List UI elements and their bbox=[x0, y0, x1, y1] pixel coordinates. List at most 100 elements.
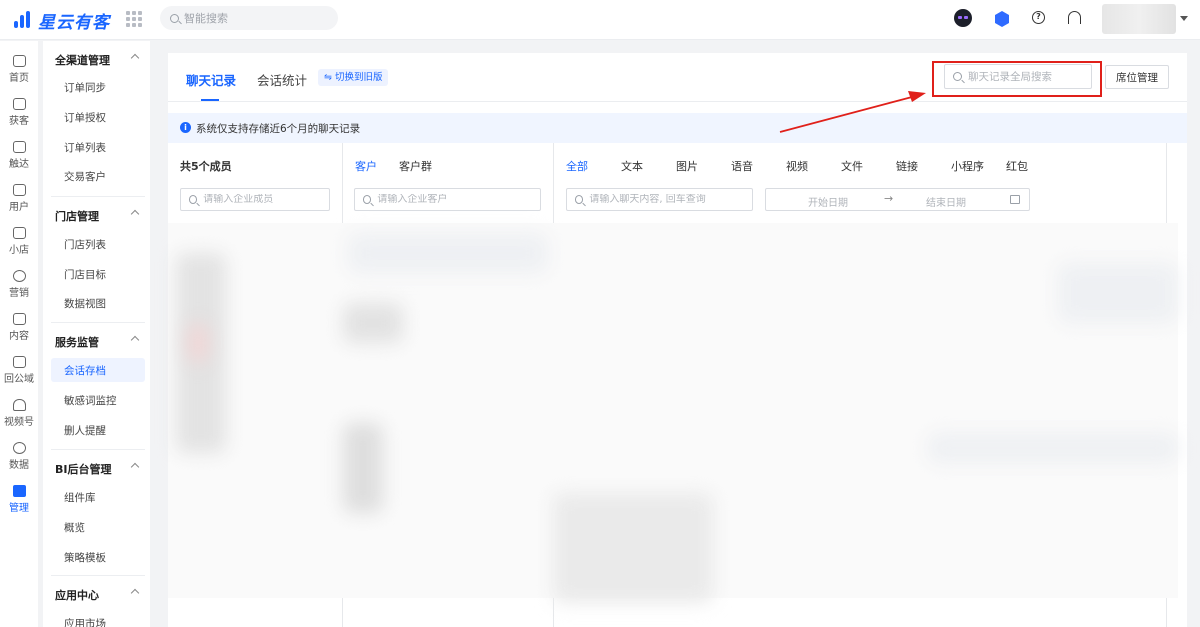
rail-item-data[interactable]: 数据 bbox=[0, 439, 38, 479]
main-panel: 聊天记录 会话统计 ⇋ 切换到旧版 席位管理 i 系统仅支持存储近6个月的聊天记… bbox=[168, 53, 1187, 627]
send-icon bbox=[12, 141, 26, 153]
customer-search-input[interactable] bbox=[377, 194, 540, 205]
rail-item-marketing[interactable]: 营销 bbox=[0, 267, 38, 307]
members-count-title: 共5个成员 bbox=[180, 160, 232, 173]
content-search[interactable] bbox=[566, 188, 753, 211]
chevron-down-icon[interactable] bbox=[1180, 16, 1188, 21]
menu-item-store-list[interactable]: 门店列表 bbox=[51, 232, 145, 256]
menu-divider bbox=[51, 449, 145, 450]
user-icon bbox=[12, 184, 26, 196]
filter-mini-program[interactable]: 小程序 bbox=[951, 158, 984, 174]
menu-item-component-lib[interactable]: 组件库 bbox=[51, 485, 145, 509]
menu-group-service[interactable]: 服务监管 bbox=[43, 325, 150, 355]
menu-item-trade-customer[interactable]: 交易客户 bbox=[51, 164, 145, 188]
switch-old-version-button[interactable]: ⇋ 切换到旧版 bbox=[318, 69, 389, 86]
filter-link[interactable]: 链接 bbox=[896, 158, 918, 174]
manage-icon bbox=[12, 485, 26, 497]
chevron-up-icon bbox=[130, 588, 140, 598]
search-icon bbox=[953, 72, 962, 81]
search-icon bbox=[170, 13, 179, 23]
filter-image[interactable]: 图片 bbox=[676, 158, 698, 174]
sub-menu: 全渠道管理 订单同步 订单授权 订单列表 交易客户 门店管理 门店列表 门店目标… bbox=[43, 41, 150, 627]
storage-notice: i 系统仅支持存储近6个月的聊天记录 bbox=[168, 113, 1187, 143]
search-icon bbox=[575, 195, 584, 204]
search-icon bbox=[363, 195, 372, 204]
menu-item-data-view[interactable]: 数据视图 bbox=[51, 291, 145, 315]
robot-assistant-icon[interactable] bbox=[954, 9, 972, 27]
menu-item-store-target[interactable]: 门店目标 bbox=[51, 262, 145, 286]
folder-icon bbox=[12, 313, 26, 325]
filter-text[interactable]: 文本 bbox=[621, 158, 643, 174]
chevron-up-icon bbox=[130, 209, 140, 219]
icon-rail: 首页 获客 触达 用户 小店 营销 内容 回公域 视频号 数据 管理 bbox=[0, 41, 38, 627]
date-end[interactable]: 结束日期 bbox=[926, 194, 966, 209]
help-icon[interactable]: ? bbox=[1032, 11, 1045, 24]
rail-item-acquire[interactable]: 获客 bbox=[0, 95, 38, 135]
tab-bar: 聊天记录 会话统计 ⇋ 切换到旧版 席位管理 bbox=[168, 53, 1187, 102]
rail-item-reach[interactable]: 触达 bbox=[0, 138, 38, 178]
filter-voice[interactable]: 语音 bbox=[731, 158, 753, 174]
global-chat-search-input[interactable] bbox=[968, 70, 1088, 83]
cube-icon[interactable] bbox=[995, 11, 1009, 27]
tab-session-stats[interactable]: 会话统计 bbox=[257, 70, 307, 89]
logo-mark-icon bbox=[12, 10, 34, 30]
menu-group-channel[interactable]: 全渠道管理 bbox=[43, 43, 150, 73]
chat-content-redacted bbox=[168, 223, 1178, 603]
notice-text: 系统仅支持存储近6个月的聊天记录 bbox=[196, 123, 361, 135]
home-icon bbox=[12, 55, 26, 67]
search-icon bbox=[189, 195, 198, 204]
rail-item-public[interactable]: 回公域 bbox=[0, 353, 38, 393]
filter-file[interactable]: 文件 bbox=[841, 158, 863, 174]
menu-item-order-auth[interactable]: 订单授权 bbox=[51, 105, 145, 129]
rail-item-home[interactable]: 首页 bbox=[0, 52, 38, 92]
account-avatar[interactable] bbox=[1102, 4, 1176, 34]
chevron-up-icon bbox=[130, 462, 140, 472]
menu-item-delete-alert[interactable]: 删人提醒 bbox=[51, 418, 145, 442]
video-icon bbox=[12, 399, 26, 411]
member-search[interactable] bbox=[180, 188, 330, 211]
menu-item-overview[interactable]: 概览 bbox=[51, 515, 145, 539]
menu-group-app-center[interactable]: 应用中心 bbox=[43, 578, 150, 608]
headset-icon[interactable] bbox=[1068, 11, 1081, 24]
rail-item-video[interactable]: 视频号 bbox=[0, 396, 38, 436]
rail-item-manage[interactable]: 管理 bbox=[0, 482, 38, 522]
smart-search[interactable]: 智能搜索 bbox=[160, 6, 338, 30]
chevron-up-icon bbox=[130, 335, 140, 345]
tab-customer-group[interactable]: 客户群 bbox=[399, 158, 432, 174]
store-icon bbox=[12, 227, 26, 239]
active-tab-indicator bbox=[201, 99, 219, 101]
tab-customer[interactable]: 客户 bbox=[355, 158, 377, 174]
menu-item-sensitive-words[interactable]: 敏感词监控 bbox=[51, 388, 145, 412]
info-icon: i bbox=[180, 122, 191, 133]
logo[interactable]: 星云有客 bbox=[12, 8, 110, 33]
date-range-picker[interactable]: 开始日期 → 结束日期 bbox=[765, 188, 1030, 211]
menu-item-session-archive[interactable]: 会话存档 bbox=[51, 358, 145, 382]
date-arrow: → bbox=[884, 192, 894, 205]
menu-item-app-market[interactable]: 应用市场 bbox=[51, 611, 145, 627]
member-search-input[interactable] bbox=[203, 194, 329, 205]
menu-group-bi[interactable]: BI后台管理 bbox=[43, 452, 150, 482]
rail-item-content[interactable]: 内容 bbox=[0, 310, 38, 350]
filter-video[interactable]: 视频 bbox=[786, 158, 808, 174]
chevron-up-icon bbox=[130, 53, 140, 63]
rail-item-store[interactable]: 小店 bbox=[0, 224, 38, 264]
top-bar: 星云有客 智能搜索 ? bbox=[0, 0, 1200, 40]
calendar-icon bbox=[1010, 195, 1020, 204]
pie-icon bbox=[12, 442, 26, 454]
customer-search[interactable] bbox=[354, 188, 541, 211]
content-search-input[interactable] bbox=[589, 194, 752, 205]
menu-item-order-list[interactable]: 订单列表 bbox=[51, 135, 145, 159]
date-start[interactable]: 开始日期 bbox=[808, 194, 848, 209]
rail-item-user[interactable]: 用户 bbox=[0, 181, 38, 221]
filter-all[interactable]: 全部 bbox=[566, 158, 588, 174]
global-chat-search[interactable] bbox=[944, 64, 1092, 89]
seat-management-button[interactable]: 席位管理 bbox=[1105, 65, 1169, 89]
menu-group-store[interactable]: 门店管理 bbox=[43, 199, 150, 229]
menu-item-strategy-template[interactable]: 策略模板 bbox=[51, 545, 145, 569]
app-grid-icon[interactable] bbox=[126, 11, 142, 27]
acquire-icon bbox=[12, 98, 26, 110]
logo-text: 星云有客 bbox=[38, 12, 110, 33]
menu-item-order-sync[interactable]: 订单同步 bbox=[51, 75, 145, 99]
tab-chat-records[interactable]: 聊天记录 bbox=[186, 70, 236, 89]
filter-red-packet[interactable]: 红包 bbox=[1006, 158, 1028, 174]
